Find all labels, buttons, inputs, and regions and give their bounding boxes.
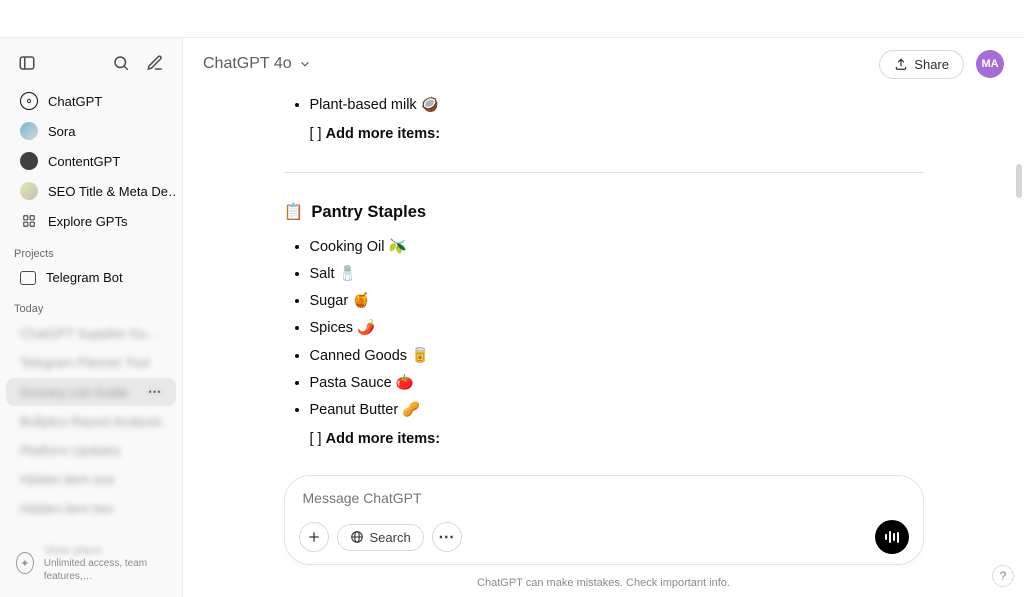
seo-icon (20, 182, 38, 200)
sidebar-nav-label: ContentGPT (48, 154, 120, 169)
projects-label: Projects (0, 236, 182, 264)
sparkle-icon: ✦ (16, 552, 34, 574)
scrollbar-thumb[interactable] (1016, 164, 1022, 198)
collapse-sidebar-button[interactable] (12, 48, 42, 78)
chat-history-item[interactable]: Platform Updates (6, 437, 176, 464)
project-item-label: Telegram Bot (46, 270, 123, 285)
sidebar-nav-label: Sora (48, 124, 75, 139)
pantry-heading: 📋 Pantry Staples (284, 199, 924, 225)
sidebar-nav-label: ChatGPT (48, 94, 102, 109)
checkbox-marker: [ ] (310, 431, 326, 447)
add-more-label: Add more items: (326, 431, 440, 447)
sidebar-nav-sora[interactable]: Sora (6, 117, 176, 145)
contentgpt-icon (20, 152, 38, 170)
chat-history-item-active[interactable]: Grocery List Guide ⋯ (6, 378, 176, 406)
upgrade-plan-button[interactable]: ✦ View plans Unlimited access, team feat… (8, 537, 174, 589)
add-more-row: [ ] Add more items: (284, 428, 924, 451)
upgrade-title: View plans (44, 543, 166, 557)
list-item: Sugar 🍯 (310, 290, 924, 313)
composer-more-button[interactable]: ⋯ (432, 522, 462, 552)
web-search-button[interactable]: Search (337, 524, 424, 551)
waveform-icon (885, 531, 899, 543)
sidebar-nav-label: SEO Title & Meta De… (48, 184, 176, 199)
share-button[interactable]: Share (879, 50, 964, 79)
checkbox-marker: [ ] (310, 126, 326, 142)
list-item: Spices 🌶️ (310, 317, 924, 340)
model-switcher[interactable]: ChatGPT 4o (203, 55, 312, 73)
main-column: ChatGPT 4o Share MA Plant-based milk 🥥 [… (183, 38, 1024, 597)
disclaimer-text: ChatGPT can make mistakes. Check importa… (183, 571, 1024, 597)
sidebar-nav-chatgpt[interactable]: ChatGPT (6, 87, 176, 115)
list-top: Plant-based milk 🥥 (284, 94, 924, 117)
chat-history-item[interactable]: ChatGPT Supplier Guide (6, 320, 176, 347)
list-item: Pasta Sauce 🍅 (310, 372, 924, 395)
list-item: Cooking Oil 🫒 (310, 236, 924, 259)
upload-icon (894, 57, 908, 71)
composer: Search ⋯ (284, 475, 924, 565)
attach-button[interactable] (299, 522, 329, 552)
sora-icon (20, 122, 38, 140)
upgrade-subtitle: Unlimited access, team features,… (44, 557, 166, 583)
list-item: Salt 🧂 (310, 263, 924, 286)
sidebar: ChatGPT Sora ContentGPT SEO Title & Meta… (0, 38, 183, 597)
chat-history-item[interactable]: Hidden item one (6, 466, 176, 493)
grid-icon (20, 212, 38, 230)
list-item: Plant-based milk 🥥 (310, 94, 924, 117)
today-label: Today (0, 291, 182, 319)
sidebar-nav-seo[interactable]: SEO Title & Meta De… (6, 177, 176, 205)
chatgpt-icon (20, 92, 38, 110)
list-item: Canned Goods 🥫 (310, 345, 924, 368)
notepad-icon: 📋 (284, 200, 304, 226)
search-button[interactable] (106, 48, 136, 78)
model-label: ChatGPT 4o (203, 55, 292, 73)
share-label: Share (914, 57, 949, 72)
avatar[interactable]: MA (976, 50, 1004, 78)
sidebar-nav-contentgpt[interactable]: ContentGPT (6, 147, 176, 175)
chat-history-item[interactable]: Hidden item two (6, 495, 176, 522)
chat-history-item[interactable]: Bollytics Report Analysis (6, 408, 176, 435)
project-item[interactable]: Telegram Bot (6, 265, 176, 290)
add-more-label: Add more items: (326, 126, 440, 142)
globe-icon (350, 530, 364, 544)
sidebar-nav-explore[interactable]: Explore GPTs (6, 207, 176, 235)
voice-input-button[interactable] (875, 520, 909, 554)
pantry-heading-label: Pantry Staples (311, 199, 426, 225)
divider (284, 172, 924, 173)
conversation-content[interactable]: Plant-based milk 🥥 [ ] Add more items: 📋… (183, 90, 1024, 475)
chat-item-label: Grocery List Guide (20, 385, 128, 400)
chat-item-more-icon[interactable]: ⋯ (148, 384, 162, 400)
add-more-row: [ ] Add more items: (284, 123, 924, 146)
help-button[interactable]: ? (992, 565, 1014, 587)
chat-history-item[interactable]: Telegram Planner Tool (6, 349, 176, 376)
folder-icon (20, 271, 36, 285)
new-chat-button[interactable] (140, 48, 170, 78)
pantry-list: Cooking Oil 🫒 Salt 🧂 Sugar 🍯 Spices 🌶️ C… (284, 236, 924, 422)
list-item: Peanut Butter 🥜 (310, 399, 924, 422)
search-label: Search (370, 530, 411, 545)
chevron-down-icon (298, 57, 312, 71)
sidebar-nav-label: Explore GPTs (48, 214, 127, 229)
message-input[interactable] (299, 488, 909, 520)
